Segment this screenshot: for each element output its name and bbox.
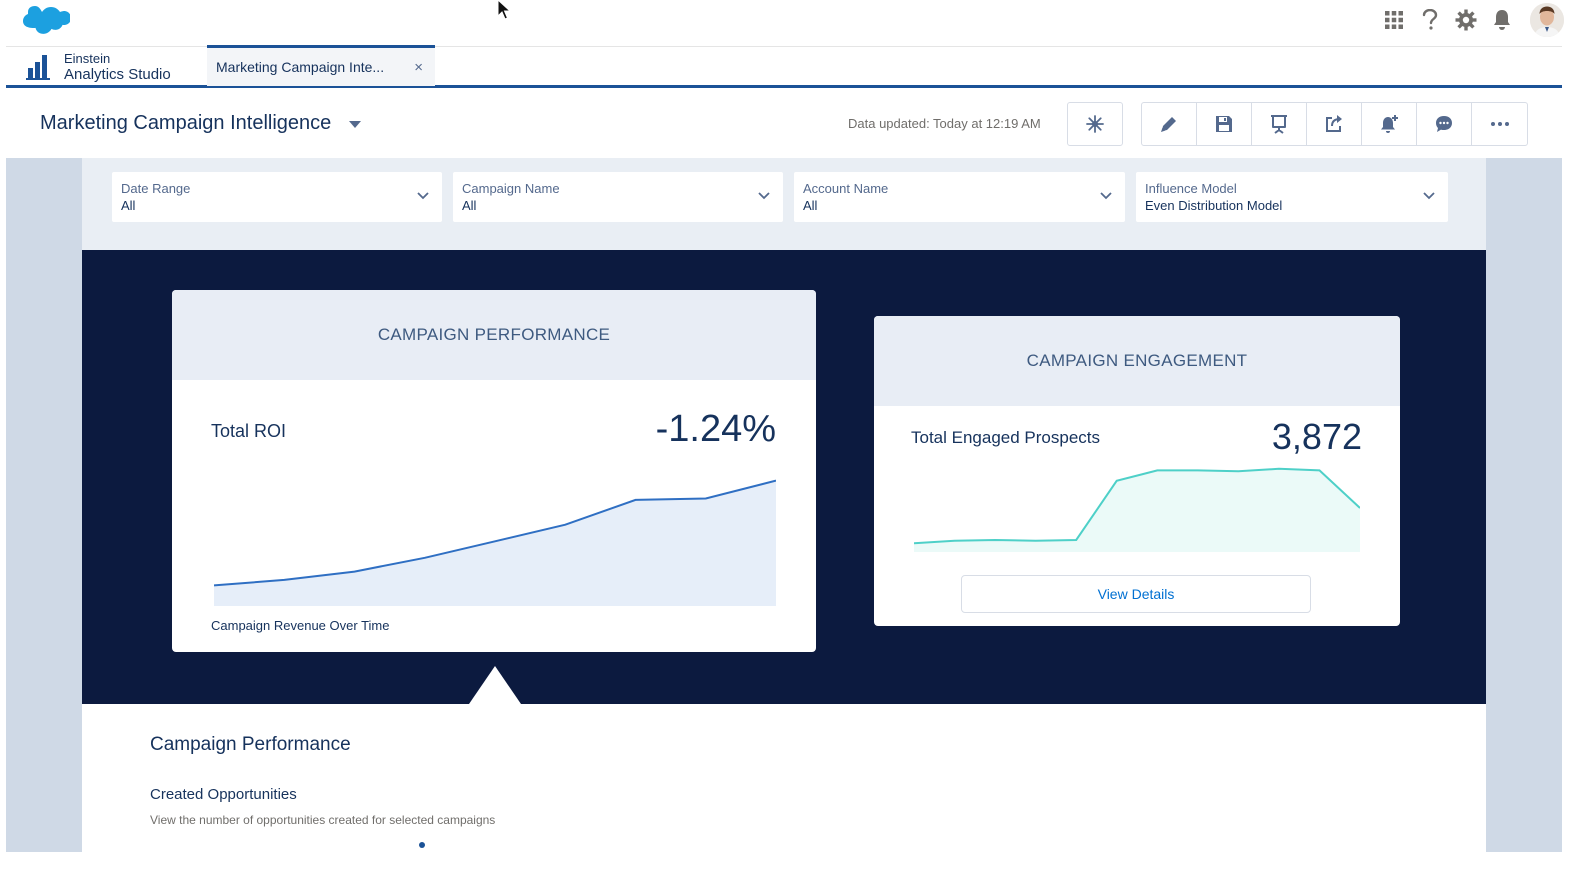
- campaign-performance-card[interactable]: CAMPAIGN PERFORMANCE Total ROI -1.24% Ca…: [172, 290, 816, 652]
- sparkle-icon: [1086, 115, 1104, 133]
- filter-label: Campaign Name: [462, 181, 560, 196]
- engaged-prospects-label: Total Engaged Prospects: [911, 428, 1101, 447]
- more-icon: [1490, 122, 1509, 126]
- total-roi-value: -1.24%: [655, 408, 776, 450]
- dashboard-title-text: Marketing Campaign Intelligence: [40, 112, 332, 134]
- presentation-button[interactable]: [1252, 103, 1307, 145]
- tab-label: Marketing Campaign Inte...: [216, 59, 385, 75]
- notification-bell-icon[interactable]: [1490, 8, 1514, 32]
- analytics-bar-icon: [26, 55, 50, 80]
- chart-caption: Campaign Revenue Over Time: [211, 618, 390, 633]
- filter-account-name[interactable]: Account Name All: [794, 172, 1125, 222]
- card-heading: CAMPAIGN ENGAGEMENT: [874, 316, 1400, 406]
- salesforce-cloud-logo[interactable]: [22, 3, 70, 37]
- global-actions: [1382, 0, 1564, 40]
- bell-plus-icon: [1381, 115, 1398, 133]
- share-icon: [1326, 115, 1342, 132]
- chart-dot: [419, 842, 425, 848]
- chat-icon: [1436, 116, 1452, 132]
- pencil-icon: [1161, 117, 1176, 132]
- campaign-engagement-card[interactable]: CAMPAIGN ENGAGEMENT Total Engaged Prospe…: [874, 316, 1400, 626]
- filter-value: Even Distribution Model: [1145, 198, 1283, 213]
- save-button[interactable]: [1197, 103, 1252, 145]
- caret-down-icon[interactable]: [349, 121, 362, 128]
- detail-section: Campaign Performance Created Opportuniti…: [82, 704, 1486, 852]
- global-header: [0, 0, 1592, 46]
- app-launcher-icon[interactable]: [1382, 8, 1406, 32]
- dashboard-canvas: Date Range All Campaign Name All Account…: [6, 158, 1562, 852]
- filter-campaign-name[interactable]: Campaign Name All: [453, 172, 783, 222]
- data-updated-text: Data updated: Today at 12:19 AM: [848, 116, 1041, 131]
- kpi-band: CAMPAIGN PERFORMANCE Total ROI -1.24% Ca…: [82, 250, 1486, 704]
- tab-close-icon[interactable]: ×: [414, 59, 423, 76]
- user-avatar[interactable]: [1530, 3, 1564, 37]
- roi-sparkline-chart: [214, 479, 776, 606]
- filter-value: All: [462, 198, 477, 213]
- chevron-down-icon: [758, 192, 770, 200]
- gear-icon[interactable]: [1454, 8, 1478, 32]
- section-description: View the number of opportunities created…: [150, 813, 496, 827]
- chevron-down-icon: [417, 192, 429, 200]
- dashboard-header: Marketing Campaign Intelligence Data upd…: [6, 88, 1562, 158]
- section-subtitle: Created Opportunities: [150, 786, 297, 803]
- app-name-line2: Analytics Studio: [64, 66, 171, 83]
- total-roi-label: Total ROI: [211, 421, 287, 441]
- dashboard-toolbar: [1141, 102, 1528, 146]
- presentation-icon: [1271, 115, 1287, 134]
- selected-card-pointer: [469, 666, 521, 704]
- filter-value: All: [121, 198, 136, 213]
- edit-button[interactable]: [1142, 103, 1197, 145]
- comment-button[interactable]: [1417, 103, 1472, 145]
- notify-button[interactable]: [1362, 103, 1417, 145]
- more-actions-button[interactable]: [1472, 103, 1527, 145]
- app-name[interactable]: Einstein Analytics Studio: [24, 51, 171, 83]
- view-details-button[interactable]: View Details: [961, 575, 1311, 613]
- chevron-down-icon: [1100, 192, 1112, 200]
- mouse-cursor-icon: [497, 0, 511, 20]
- filter-label: Influence Model: [1145, 181, 1237, 196]
- filter-date-range[interactable]: Date Range All: [112, 172, 442, 222]
- chevron-down-icon: [1423, 192, 1435, 200]
- filter-influence-model[interactable]: Influence Model Even Distribution Model: [1136, 172, 1448, 222]
- filter-label: Account Name: [803, 181, 889, 196]
- filter-label: Date Range: [121, 181, 191, 196]
- save-icon: [1216, 116, 1232, 132]
- engaged-prospects-value: 3,872: [1271, 416, 1362, 457]
- app-tab-bar: Einstein Analytics Studio Marketing Camp…: [6, 45, 1562, 88]
- tab-marketing-campaign[interactable]: Marketing Campaign Inte... ×: [207, 45, 435, 86]
- help-icon[interactable]: [1418, 8, 1442, 32]
- card-heading: CAMPAIGN PERFORMANCE: [172, 290, 816, 380]
- section-title: Campaign Performance: [150, 734, 351, 755]
- dashboard-title[interactable]: Marketing Campaign Intelligence: [40, 112, 362, 135]
- filter-value: All: [803, 198, 818, 213]
- engagement-sparkline-chart: [914, 467, 1360, 552]
- app-name-line1: Einstein: [64, 51, 111, 66]
- share-button[interactable]: [1307, 103, 1362, 145]
- einstein-button[interactable]: [1067, 102, 1123, 146]
- filter-bar: Date Range All Campaign Name All Account…: [82, 158, 1486, 250]
